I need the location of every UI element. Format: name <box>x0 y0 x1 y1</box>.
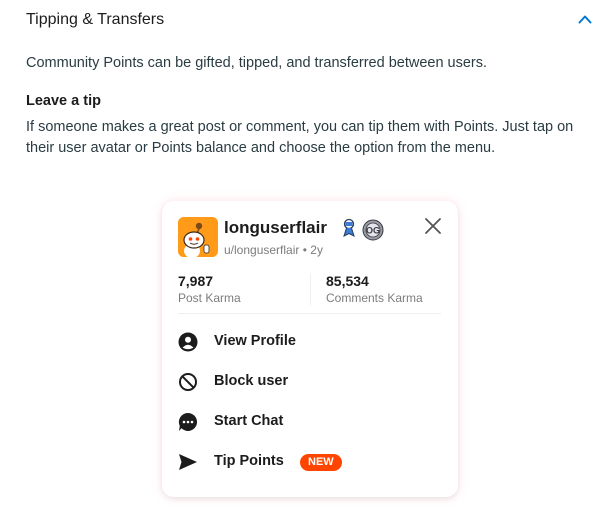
snoo-avatar-icon <box>178 217 218 257</box>
comment-karma-label: Comments Karma <box>326 291 423 305</box>
section-heading: Leave a tip <box>26 93 101 109</box>
post-karma-stat: 7,987 Post Karma <box>178 273 241 305</box>
og-badge-icon: OG <box>362 219 384 241</box>
post-karma-label: Post Karma <box>178 291 241 305</box>
avatar[interactable] <box>178 217 218 257</box>
menu-label: View Profile <box>214 333 296 349</box>
username: longuserflair <box>224 218 327 237</box>
account-age: 2y <box>310 243 323 257</box>
menu-item-start-chat[interactable]: Start Chat <box>178 407 442 437</box>
comment-karma-stat: 85,534 Comments Karma <box>326 273 423 305</box>
user-profile-card: longuserflair u/longuserflair • 2y OG 7,… <box>162 201 458 497</box>
menu-label: Tip Points <box>214 453 284 469</box>
chevron-up-icon[interactable] <box>578 14 592 24</box>
accordion-title: Tipping & Transfers <box>26 11 165 28</box>
user-handle: u/longuserflair <box>224 243 300 257</box>
new-badge: NEW <box>300 454 342 471</box>
profile-icon <box>178 332 198 352</box>
send-icon <box>179 454 197 470</box>
menu-item-block-user[interactable]: Block user <box>178 367 442 397</box>
block-icon <box>179 373 197 391</box>
user-handle-row: u/longuserflair • 2y <box>224 243 323 257</box>
og-badge-text: OG <box>366 226 380 236</box>
separator-dot: • <box>302 243 307 257</box>
trophy-badge-icon <box>343 218 355 237</box>
menu-label: Block user <box>214 373 289 389</box>
post-karma-value: 7,987 <box>178 273 214 289</box>
card-divider <box>178 313 441 314</box>
stat-divider <box>310 273 311 305</box>
accordion-header[interactable]: Tipping & Transfers <box>0 0 609 42</box>
chat-icon <box>178 412 198 431</box>
tip-description: If someone makes a great post or comment… <box>26 119 574 156</box>
menu-item-view-profile[interactable]: View Profile <box>178 327 442 357</box>
menu-label: Start Chat <box>214 413 284 429</box>
close-icon[interactable] <box>424 217 442 235</box>
intro-text: Community Points can be gifted, tipped, … <box>26 55 488 71</box>
menu-item-tip-points[interactable]: Tip Points NEW <box>178 447 442 477</box>
comment-karma-value: 85,534 <box>326 273 369 289</box>
